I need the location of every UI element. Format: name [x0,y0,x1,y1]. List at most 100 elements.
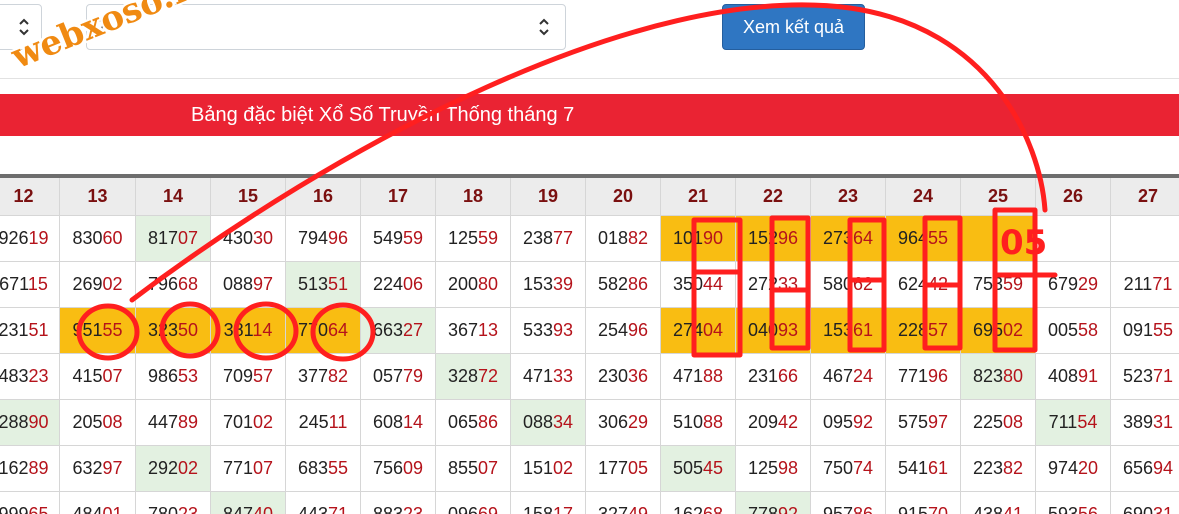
day-header: 22 [736,178,811,216]
result-head-digits: 593 [1047,504,1078,514]
result-tail-digits: 31 [1153,412,1174,432]
day-header: 14 [136,178,211,216]
result-tail-digits: 59 [478,228,499,248]
result-tail-digits: 01 [102,504,123,514]
result-cell: 53393 [511,308,586,354]
result-head-digits: 830 [72,228,103,248]
result-cell: 78023 [136,492,211,514]
result-cell: 79496 [286,216,361,262]
result-tail-digits: 82 [628,228,649,248]
result-tail-digits: 57 [928,320,949,340]
result-tail-digits: 49 [628,504,649,514]
result-head-digits: 533 [522,320,553,340]
result-head-digits: 225 [972,412,1003,432]
result-head-digits: 690 [1122,504,1153,514]
result-tail-digits: 30 [253,228,274,248]
result-tail-digits: 04 [703,320,724,340]
result-head-digits: 656 [1122,458,1153,478]
result-tail-digits: 96 [628,320,649,340]
result-cell: 70102 [211,400,286,446]
result-head-digits: 582 [597,274,628,294]
result-head-digits: 523 [1122,366,1153,386]
result-head-digits: 770 [297,320,328,340]
result-tail-digits: 58 [1078,320,1099,340]
result-cell: 15817 [511,492,586,514]
result-head-digits: 350 [672,274,703,294]
result-cell: 36713 [436,308,511,354]
result-tail-digits: 19 [28,228,49,248]
day-header: 21 [661,178,736,216]
result-tail-digits: 94 [1153,458,1174,478]
result-head-digits: 483 [0,366,29,386]
result-cell: 48401 [60,492,136,514]
result-head-digits: 711 [1048,412,1078,432]
result-cell: 95155 [60,308,136,354]
result-tail-digits: 34 [553,412,574,432]
result-head-digits: 125 [447,228,478,248]
result-cell: 38931 [1111,400,1179,446]
result-head-digits: 274 [672,320,703,340]
result-head-digits: 778 [747,504,778,514]
result-head-digits: 484 [72,504,103,514]
result-cell: 10190 [661,216,736,262]
result-tail-digits: 93 [553,320,574,340]
result-head-digits: 273 [822,228,853,248]
result-cell: 05779 [361,354,436,400]
result-cell: 98653 [136,354,211,400]
result-head-digits: 671 [0,274,28,294]
result-tail-digits: 96 [328,228,349,248]
result-cell: 77064 [286,308,361,354]
day-header: 15 [211,178,286,216]
result-cell: 58062 [811,262,886,308]
result-cell: 22406 [361,262,436,308]
result-tail-digits: 68 [178,274,199,294]
result-tail-digits: 02 [178,458,199,478]
result-tail-digits: 71 [1153,366,1174,386]
result-cell: 09155 [1111,308,1179,354]
result-cell: 47188 [661,354,736,400]
result-head-digits: 306 [597,412,628,432]
result-head-digits: 756 [372,458,403,478]
view-results-button[interactable]: Xem kết quả [722,4,865,50]
result-cell: 28890 [0,400,60,446]
result-head-digits: 541 [897,458,928,478]
result-head-digits: 817 [147,228,178,248]
result-tail-digits: 92 [778,504,799,514]
result-head-digits: 753 [972,274,1003,294]
result-cell: 22508 [961,400,1036,446]
result-cell: 20508 [60,400,136,446]
result-cell: 27233 [736,262,811,308]
result-cell: 95786 [811,492,886,514]
result-head-digits: 158 [522,504,553,514]
result-cell: 48323 [0,354,60,400]
result-tail-digits: 27 [403,320,424,340]
result-tail-digits: 80 [1003,366,1024,386]
result-head-digits: 608 [372,412,403,432]
result-cell: 35044 [661,262,736,308]
result-head-digits: 389 [1122,412,1153,432]
result-cell: 09592 [811,400,886,446]
result-tail-digits: 60 [102,228,123,248]
result-tail-digits: 07 [253,458,274,478]
result-head-digits: 091 [1122,320,1153,340]
result-head-digits: 200 [447,274,478,294]
result-tail-digits: 92 [853,412,874,432]
day-header: 24 [886,178,961,216]
day-header: 19 [511,178,586,216]
result-head-digits: 883 [372,504,403,514]
result-head-digits: 771 [897,366,928,386]
result-head-digits: 228 [897,320,928,340]
result-head-digits: 794 [297,228,328,248]
result-tail-digits: 51 [328,274,349,294]
result-head-digits: 513 [297,274,328,294]
result-head-digits: 040 [747,320,778,340]
result-cell: 23036 [586,354,661,400]
result-head-digits: 447 [147,412,178,432]
result-head-digits: 438 [972,504,1003,514]
result-cell: 29202 [136,446,211,492]
result-cell: 12559 [436,216,511,262]
result-head-digits: 096 [447,504,478,514]
result-cell: 63297 [60,446,136,492]
result-tail-digits: 86 [628,274,649,294]
result-head-digits: 575 [897,412,928,432]
